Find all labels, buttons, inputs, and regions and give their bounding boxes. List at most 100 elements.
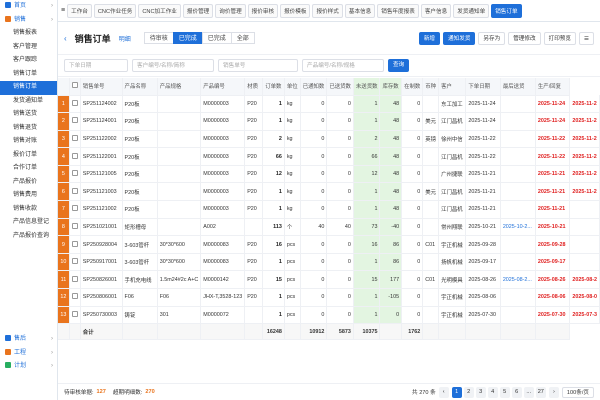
status-filter-1[interactable]: 已完成	[172, 32, 203, 44]
sidebar-item[interactable]: 产品报价查询	[0, 230, 57, 244]
table-row[interactable]: 11 SP250826001 手机充电线 1.5m24#2c A+C M0000142 P…	[58, 270, 600, 290]
sidebar-item[interactable]: 销售对账	[0, 135, 57, 149]
order-no-filter-input[interactable]: 销售单号	[218, 59, 298, 72]
table-row[interactable]: 7 SP251121002 P20板 M0000003 P20 1 kg 0 0 1 48 0 江门昌机…	[58, 200, 600, 219]
row-checkbox[interactable]	[71, 222, 78, 229]
header-button[interactable]: 打印预览	[543, 31, 576, 45]
top-tab[interactable]: CNC加工作业	[138, 3, 181, 18]
top-tab[interactable]: 询价管理	[215, 3, 246, 18]
column-header[interactable]: 库存数	[379, 78, 403, 96]
header-button[interactable]: 新增	[418, 31, 441, 45]
table-row[interactable]: 6 SP251121003 P20板 M0000003 P20 1 kg 0 0 1 48 0 美元 江门…	[58, 182, 600, 202]
page-button[interactable]: ...	[523, 386, 534, 398]
product-filter-input[interactable]: 产品编号/名称/规格	[302, 59, 384, 72]
header-button[interactable]: 另存为	[478, 31, 506, 45]
top-tab[interactable]: 工作台	[67, 3, 92, 18]
sidebar-item[interactable]: 发货通知单	[0, 95, 57, 109]
sidebar-item[interactable]: 销售费用	[0, 189, 57, 203]
table-row[interactable]: 10 SP250917001 3-603管杆 30*30*600 M0000083 P20…	[58, 253, 600, 272]
column-header[interactable]: 已送货数	[326, 78, 354, 96]
row-checkbox[interactable]	[71, 99, 78, 106]
column-header[interactable]: 产品编号	[200, 78, 246, 96]
page-button[interactable]: 3	[475, 386, 486, 398]
header-button[interactable]: 管理修改	[508, 31, 541, 45]
sidebar-item[interactable]: 销售退货	[0, 122, 57, 136]
page-size-select[interactable]: 100条/页	[561, 386, 594, 398]
page-button[interactable]: 1	[451, 386, 462, 398]
sidebar-item[interactable]: 首页 ›	[0, 0, 57, 14]
sidebar-item[interactable]: 销售送货	[0, 108, 57, 122]
back-arrow-icon[interactable]: ‹	[64, 34, 67, 43]
sidebar-item[interactable]: 销售订单	[0, 81, 57, 95]
sidebar-item[interactable]: 产品报价	[0, 176, 57, 190]
more-menu-icon[interactable]: ☰	[578, 31, 594, 45]
page-button[interactable]: 5	[499, 386, 510, 398]
column-header[interactable]: 销售单号	[80, 78, 123, 96]
column-header[interactable]: 下单日期	[465, 78, 501, 96]
search-button[interactable]: 查询	[388, 59, 410, 72]
column-header[interactable]	[58, 78, 70, 96]
sidebar-item[interactable]: 工程 ›	[0, 347, 57, 361]
column-header[interactable]	[69, 78, 81, 96]
sidebar-item[interactable]: 客户管理	[0, 41, 57, 55]
sidebar-item[interactable]: 计划 ›	[0, 360, 57, 374]
row-checkbox[interactable]	[71, 240, 78, 247]
menu-icon[interactable]: ≡	[61, 7, 65, 14]
sidebar-item[interactable]: 销售收款	[0, 203, 57, 217]
top-tab[interactable]: 基本信息	[344, 3, 376, 18]
top-tab[interactable]: 销售年度报表	[377, 3, 419, 18]
view-toggle-detail[interactable]: 明细	[119, 34, 131, 43]
column-header[interactable]: 产品名称	[122, 78, 158, 96]
top-tab[interactable]: 报价审核	[247, 3, 279, 18]
table-row[interactable]: 4 SP251122001 P20板 M0000003 P20 66 kg 0 0 66 48 0 江门…	[58, 147, 600, 166]
column-header[interactable]: 生产/回复	[535, 78, 571, 96]
table-row[interactable]: 5 SP251121005 P20板 M0000003 P20 12 kg 0 0 12 48 0 广州…	[58, 165, 600, 184]
customer-filter-input[interactable]: 客户编号/名称/简称	[132, 59, 214, 72]
sidebar-item[interactable]: 合作订单	[0, 162, 57, 176]
row-checkbox[interactable]	[71, 152, 78, 159]
top-tab[interactable]: 销售订单	[491, 3, 522, 18]
page-button[interactable]: 27	[535, 386, 546, 398]
sidebar-item[interactable]: 客户跟踪	[0, 54, 57, 68]
column-header[interactable]: 在制数	[401, 78, 424, 96]
table-row[interactable]: 13 SP250730003 铸锭 301 M0000072 1 pcs 0 0 1 0 0 宇正机械 2…	[58, 306, 600, 325]
row-checkbox[interactable]	[71, 117, 78, 124]
row-checkbox[interactable]	[71, 170, 78, 177]
sidebar-item[interactable]: 销售订单	[0, 68, 57, 82]
row-checkbox[interactable]	[71, 275, 78, 282]
status-filter-2[interactable]: 已完成	[201, 32, 232, 44]
column-header[interactable]: 未送货数	[353, 78, 381, 96]
column-header[interactable]: 单位	[284, 78, 301, 96]
table-row[interactable]: 2 SP251124001 P20板 M0000003 P20 1 kg 0 0 1 48 0 美元 江门…	[58, 112, 600, 131]
top-tab[interactable]: 发货通知单	[453, 3, 490, 18]
date-filter-input[interactable]: 下单日期	[64, 59, 128, 72]
sidebar-item[interactable]: 报价订单	[0, 149, 57, 163]
table-row[interactable]: 8 SP251021001 矩形槽母 A002 113 个 40 40 73 -40 0 常州翔联 20…	[58, 218, 600, 237]
column-header[interactable]: 订单数	[262, 78, 285, 96]
select-all-checkbox[interactable]	[71, 82, 78, 89]
column-header[interactable]: 材质	[244, 78, 264, 96]
header-button[interactable]: 通知发货	[443, 31, 476, 45]
table-row[interactable]: 12 SP250806001 F06 F06 JHX-T,3528-123 P20 1 pcs…	[58, 288, 600, 307]
top-tab[interactable]: 报价样式	[312, 3, 343, 18]
top-tab[interactable]: 报价管理	[182, 3, 214, 18]
row-checkbox[interactable]	[71, 293, 78, 300]
status-filter-3[interactable]: 全部	[230, 32, 255, 44]
column-header[interactable]: 客户	[438, 78, 467, 96]
next-page-button[interactable]: ›	[548, 386, 559, 398]
row-checkbox[interactable]	[71, 310, 78, 317]
sidebar-item[interactable]: 销售 ›	[0, 14, 57, 28]
column-header[interactable]: 产品规格	[157, 78, 202, 96]
row-checkbox[interactable]	[71, 134, 78, 141]
top-tab[interactable]: 报价模板	[280, 3, 311, 18]
row-checkbox[interactable]	[71, 258, 78, 265]
row-checkbox[interactable]	[71, 205, 78, 212]
table-row[interactable]: 1 SP251124002 P20板 M0000003 P20 1 kg 0 0 1 48 0 东工加工…	[58, 95, 600, 114]
top-tab[interactable]: CNC作业任务	[93, 3, 137, 18]
page-button[interactable]: 6	[511, 386, 522, 398]
column-header[interactable]: 最后送货	[500, 78, 536, 96]
table-row[interactable]: 9 SP250928004 3-603管杆 30*30*600 M0000083 P20 1…	[58, 235, 600, 254]
sidebar-item[interactable]: 销售报表	[0, 27, 57, 41]
column-header[interactable]: 已通知数	[300, 78, 328, 96]
top-tab[interactable]: 客户信息	[420, 3, 452, 18]
